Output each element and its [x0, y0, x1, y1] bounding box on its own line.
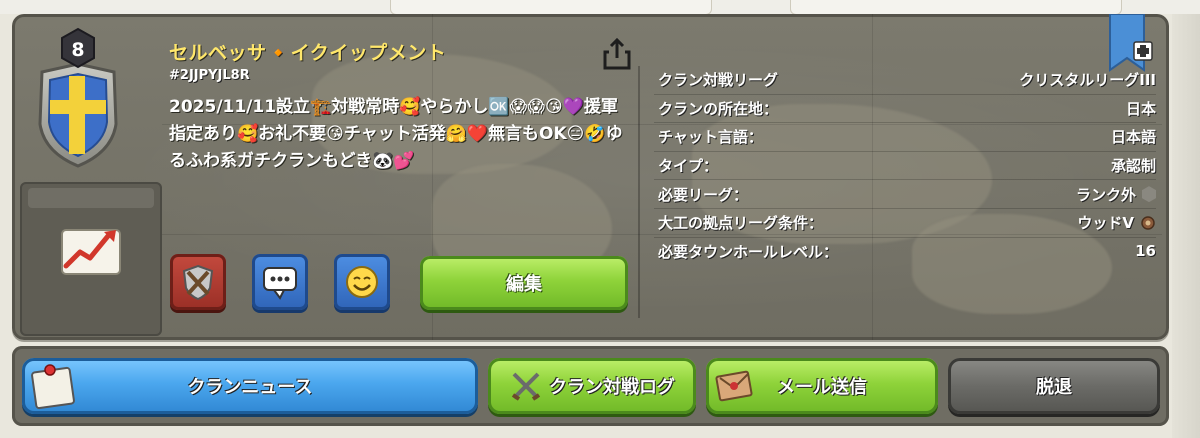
clan-info-list: クラン対戦リーグ クリスタルリーグIII クランの所在地： 日本 チャット言語：… — [654, 66, 1156, 265]
smiley-icon — [346, 266, 378, 298]
send-mail-label: メール送信 — [777, 377, 867, 398]
info-row-chat-language: チャット言語： 日本語 — [654, 123, 1156, 152]
info-value: 日本 — [1126, 98, 1156, 119]
info-label: 必要タウンホールレベル： — [658, 242, 839, 261]
info-value: 16 — [1135, 242, 1156, 260]
info-row-location: クランの所在地： 日本 — [654, 95, 1156, 124]
clan-war-log-button[interactable]: クラン対戦ログ — [488, 358, 696, 414]
chat-language-value: 日本語 — [1110, 128, 1156, 147]
info-row-type: タイプ： 承認制 — [654, 152, 1156, 181]
emote-button[interactable] — [334, 254, 390, 310]
clan-badge[interactable]: 8 — [12, 14, 164, 180]
war-settings-button[interactable] — [170, 254, 226, 310]
top-tab-left — [390, 0, 712, 15]
envelope-icon — [715, 370, 753, 402]
required-league-value: ランク外 — [1075, 185, 1136, 204]
info-label: 必要リーグ： — [658, 185, 749, 204]
clan-description: 2025/11/11設立🏗️対戦常時🥰やらかし🆗😱😱😘💜援軍指定あり🥰お礼不要😘… — [169, 97, 623, 171]
clan-level: 8 — [71, 39, 84, 61]
crossed-swords-icon — [511, 372, 541, 401]
info-row-war-league: クラン対戦リーグ クリスタルリーグIII — [654, 66, 1156, 95]
progress-chart-icon[interactable] — [56, 222, 126, 282]
info-value: 承認制 — [1111, 155, 1156, 176]
builder-league-value: ウッドV — [1077, 214, 1134, 233]
top-strip — [0, 0, 1200, 15]
info-label: 大工の拠点リーグ条件： — [658, 214, 824, 233]
info-label: タイプ： — [658, 157, 719, 176]
clan-name: セルベッサ🔸イクイップメント — [169, 42, 447, 64]
info-row-required-league: 必要リーグ： ランク外 — [654, 180, 1156, 209]
right-edge — [1172, 14, 1200, 438]
clan-war-log-label: クラン対戦ログ — [549, 377, 675, 398]
info-row-town-hall: 必要タウンホールレベル： 16 — [654, 238, 1156, 266]
crossed-swords-shield-icon — [182, 264, 214, 301]
town-hall-value: 16 — [1135, 242, 1156, 261]
unranked-league-icon — [1142, 186, 1156, 203]
edit-button[interactable]: 編集 — [420, 256, 628, 310]
note-pin-icon — [31, 364, 75, 410]
leave-clan-button[interactable]: 脱退 — [948, 358, 1160, 414]
vertical-divider — [638, 66, 640, 318]
clan-news-label: クランニュース — [187, 377, 313, 398]
info-value: ランク外 — [1076, 184, 1156, 205]
bookmark-add-button[interactable] — [1106, 14, 1156, 80]
info-label: チャット言語： — [658, 128, 763, 147]
send-mail-button[interactable]: メール送信 — [706, 358, 938, 414]
top-tab-right — [790, 0, 1122, 15]
chat-bubble-icon — [263, 267, 297, 300]
info-label: クラン対戦リーグ — [658, 71, 779, 90]
info-value: 日本語 — [1111, 126, 1156, 147]
info-label: クランの所在地： — [658, 99, 779, 118]
chat-button[interactable] — [252, 254, 308, 310]
bookmark-plus-icon — [1109, 14, 1153, 72]
share-icon[interactable] — [599, 36, 635, 72]
location-value: 日本 — [1125, 99, 1156, 118]
info-value: ウッドV — [1077, 212, 1156, 233]
leave-clan-label: 脱退 — [1036, 377, 1072, 398]
info-row-builder-league: 大工の拠点リーグ条件： ウッドV — [654, 209, 1156, 238]
clan-tag: #2JJPYJL8R — [169, 68, 250, 83]
side-panel — [20, 182, 162, 336]
wood-league-icon — [1141, 216, 1155, 230]
type-value: 承認制 — [1110, 157, 1156, 176]
side-tab — [28, 188, 154, 208]
clan-news-button[interactable]: クランニュース — [22, 358, 478, 414]
clan-info-panel: 8 セルベッサ🔸イクイップメント #2JJPYJL8R 2025/11/11設立… — [12, 14, 1169, 340]
